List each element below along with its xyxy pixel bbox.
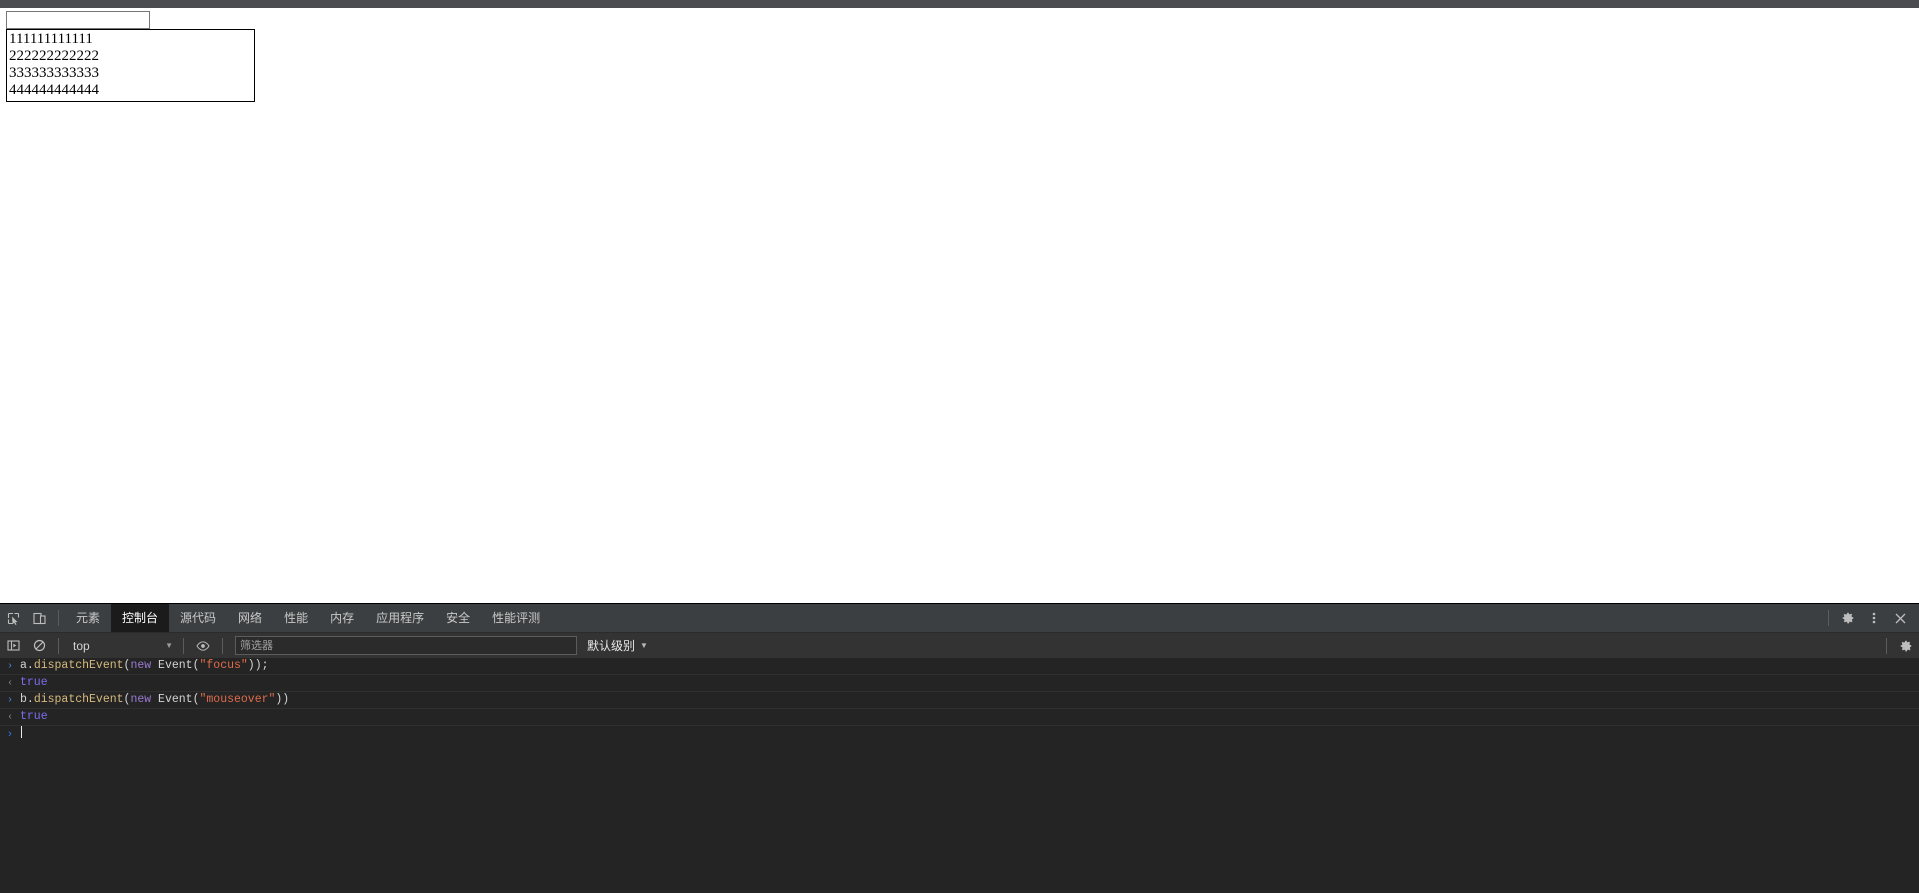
filterbar-divider-3 bbox=[222, 637, 223, 654]
tab-security[interactable]: 安全 bbox=[435, 604, 481, 632]
device-toolbar-icon[interactable] bbox=[26, 605, 52, 631]
console-prompt-arrow-icon: › bbox=[8, 728, 12, 740]
console-row-text: true bbox=[20, 676, 48, 689]
devtools-tabbar-actions bbox=[1822, 605, 1919, 631]
browser-chrome-strip bbox=[0, 0, 1919, 8]
filterbar-divider-1 bbox=[58, 637, 59, 654]
tab-lighthouse[interactable]: 性能评测 bbox=[481, 604, 551, 632]
devtools-panel: 元素 控制台 源代码 网络 性能 内存 应用程序 安全 性能评测 top ▼ 筛… bbox=[0, 603, 1919, 893]
tab-application[interactable]: 应用程序 bbox=[365, 604, 435, 632]
devtools-tab-list: 元素 控制台 源代码 网络 性能 内存 应用程序 安全 性能评测 bbox=[65, 604, 1822, 632]
toolbar-divider bbox=[58, 610, 59, 626]
text-input[interactable] bbox=[6, 11, 150, 29]
text-caret bbox=[21, 726, 22, 738]
tab-sources[interactable]: 源代码 bbox=[169, 604, 227, 632]
tab-network[interactable]: 网络 bbox=[227, 604, 273, 632]
console-row-text: b.dispatchEvent(new Event("mouseover")) bbox=[20, 693, 290, 706]
console-output-arrow-icon: ‹ bbox=[8, 677, 12, 688]
kebab-menu-icon[interactable] bbox=[1861, 605, 1887, 631]
inspect-element-icon[interactable] bbox=[0, 605, 26, 631]
console-row[interactable]: ‹ true bbox=[0, 709, 1919, 726]
log-level-selector[interactable]: 默认级别 ▼ bbox=[577, 637, 654, 654]
log-level-label: 默认级别 bbox=[587, 639, 636, 653]
console-prompt-row[interactable]: › bbox=[0, 726, 1919, 742]
console-input-arrow-icon: › bbox=[8, 660, 12, 671]
console-row-text: true bbox=[20, 710, 48, 723]
console-sidebar-icon[interactable] bbox=[0, 633, 26, 659]
console-row[interactable]: › b.dispatchEvent(new Event("mouseover")… bbox=[0, 692, 1919, 709]
filterbar-divider-2 bbox=[183, 637, 184, 654]
console-output-arrow-icon: ‹ bbox=[8, 711, 12, 722]
clear-console-icon[interactable] bbox=[26, 633, 52, 659]
execution-context-selector[interactable]: top ▼ bbox=[65, 636, 177, 655]
gear-icon[interactable] bbox=[1893, 633, 1919, 659]
console-filter-bar: top ▼ 默认级别 ▼ bbox=[0, 633, 1919, 659]
console-input-arrow-icon: › bbox=[8, 694, 12, 705]
page-viewport bbox=[0, 8, 1919, 603]
tab-elements[interactable]: 元素 bbox=[65, 604, 111, 632]
tab-memory[interactable]: 内存 bbox=[319, 604, 365, 632]
close-icon[interactable] bbox=[1887, 605, 1913, 631]
console-prompt-input[interactable] bbox=[20, 726, 1919, 742]
chevron-down-icon: ▼ bbox=[640, 641, 648, 650]
execution-context-value: top bbox=[73, 638, 90, 653]
console-row[interactable]: › a.dispatchEvent(new Event("focus")); bbox=[0, 658, 1919, 675]
gear-icon[interactable] bbox=[1835, 605, 1861, 631]
console-filter-input[interactable] bbox=[235, 636, 577, 655]
tabbar-actions-divider bbox=[1828, 610, 1829, 626]
textarea-field[interactable] bbox=[6, 29, 255, 102]
filterbar-divider-4 bbox=[1886, 637, 1887, 654]
tab-console[interactable]: 控制台 bbox=[111, 604, 170, 632]
live-expression-icon[interactable] bbox=[190, 633, 216, 659]
console-message-list[interactable]: › a.dispatchEvent(new Event("focus")); ‹… bbox=[0, 658, 1919, 893]
console-row[interactable]: ‹ true bbox=[0, 675, 1919, 692]
devtools-tabbar: 元素 控制台 源代码 网络 性能 内存 应用程序 安全 性能评测 bbox=[0, 604, 1919, 633]
console-row-text: a.dispatchEvent(new Event("focus")); bbox=[20, 659, 269, 672]
chevron-down-icon: ▼ bbox=[165, 641, 173, 650]
tab-performance[interactable]: 性能 bbox=[273, 604, 319, 632]
